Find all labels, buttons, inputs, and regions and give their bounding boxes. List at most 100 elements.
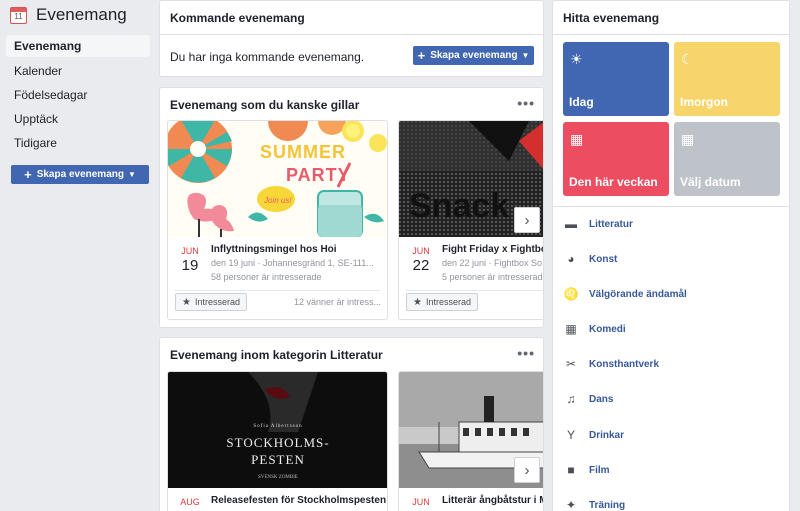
event-interested-count: 5 personer är intresserade — [442, 272, 544, 282]
carousel-next-button[interactable]: › — [514, 457, 540, 483]
create-event-label: Skapa evenemang — [36, 169, 124, 180]
svg-text:Join us!: Join us! — [263, 196, 292, 205]
event-date: JUN — [409, 497, 433, 507]
calendar-icon: ▦ — [565, 322, 577, 336]
music-note-icon: ♫ — [566, 392, 576, 406]
ribbon-icon: ♌ — [563, 287, 579, 301]
more-options-icon[interactable]: ••• — [517, 345, 535, 361]
tile-label: Den här veckan — [569, 175, 658, 189]
category-label: Träning — [589, 499, 626, 511]
event-subtitle: den 22 juni · Fightbox So — [442, 258, 543, 268]
create-event-label: Skapa evenemang — [430, 50, 518, 61]
divider — [406, 290, 543, 291]
event-month: JUN — [412, 497, 430, 507]
event-date: JUN 19 — [178, 246, 202, 274]
event-image[interactable]: SUMMER PARTY Join us! — [168, 121, 387, 237]
divider — [553, 206, 789, 207]
tile-label: Idag — [569, 95, 594, 109]
sidebar-item-kalender[interactable]: Kalender — [6, 59, 150, 83]
event-day: 19 — [181, 257, 199, 274]
upcoming-events-card: Kommande evenemang Du har inga kommande … — [159, 0, 544, 77]
interested-button[interactable]: ★ Intresserad — [175, 293, 247, 311]
book-author: Sofia Albertsson — [253, 424, 302, 429]
event-title[interactable]: Releasefesten för Stockholmspesten — [211, 495, 386, 506]
sidebar-item-evenemang[interactable]: Evenemang — [6, 35, 150, 57]
running-icon: ✦ — [565, 498, 577, 511]
event-date: JUN 22 — [409, 246, 433, 274]
more-options-icon[interactable]: ••• — [517, 95, 535, 111]
tile-label: Imorgon — [680, 95, 728, 109]
category-konsthantverk[interactable]: ✂ Konsthantverk — [563, 354, 659, 374]
category-dans[interactable]: ♫ Dans — [563, 389, 614, 409]
divider — [160, 34, 543, 35]
svg-text:SUMMER: SUMMER — [260, 142, 346, 162]
no-events-text: Du har inga kommande evenemang. — [170, 50, 365, 64]
event-card[interactable]: SUMMER PARTY Join us! JUN 19 Inflyttning… — [167, 120, 388, 320]
divider — [553, 34, 789, 35]
chevron-right-icon: › — [524, 211, 530, 229]
category-label: Komedi — [589, 323, 626, 335]
event-image[interactable]: Sofia Albertsson STOCKHOLMS- PESTEN SVEN… — [168, 372, 387, 488]
friends-interested-text[interactable]: 12 vänner är intress... — [294, 297, 381, 307]
scissors-icon: ✂ — [565, 357, 577, 371]
calendar-icon: 11 — [10, 6, 27, 24]
category-komedi[interactable]: ▦ Komedi — [563, 319, 626, 339]
event-month: JUN — [412, 246, 430, 256]
find-events-title: Hitta evenemang — [563, 11, 660, 25]
plus-icon: + — [24, 167, 32, 182]
event-title[interactable]: Fight Friday x Fightbox — [442, 244, 543, 255]
category-label: Film — [589, 464, 610, 476]
event-card[interactable]: JUN Litterär ångbåtstur i Mä — [398, 371, 543, 511]
book-title-line1: STOCKHOLMS- — [226, 435, 329, 450]
find-events-card: Hitta evenemang ☀ Idag ☾ Imorgon ▦ Den h… — [552, 0, 790, 511]
event-subtitle: den 19 juni · Johannesgränd 1, SE-111... — [211, 258, 374, 268]
literature-events-title: Evenemang inom kategorin Litteratur — [170, 348, 383, 362]
sidebar-item-fodelsedagar[interactable]: Födelsedagar — [6, 83, 150, 107]
tile-tomorrow[interactable]: ☾ Imorgon — [674, 42, 780, 116]
category-film[interactable]: ■ Film — [563, 460, 610, 480]
interested-button[interactable]: ★ Intresserad — [406, 293, 478, 311]
category-traning[interactable]: ✦ Träning — [563, 495, 625, 511]
event-date: AUG — [178, 497, 202, 507]
event-title[interactable]: Inflyttningsmingel hos Hoi — [211, 244, 337, 255]
app-title: Evenemang — [36, 5, 127, 24]
palette-icon: ◕ — [567, 252, 575, 266]
tile-choose-date[interactable]: ▦ Välj datum — [674, 122, 780, 196]
calendar-icon: ▦ — [681, 131, 695, 147]
category-litteratur[interactable]: ▬ Litteratur — [563, 214, 633, 234]
book-series: SVENSK ZOMBIE — [258, 475, 298, 480]
category-valgorande[interactable]: ♌ Välgörande ändamål — [563, 284, 687, 304]
sidebar-create-event-button[interactable]: + Skapa evenemang ▼ — [11, 165, 149, 184]
sidebar-item-tidigare[interactable]: Tidigare — [6, 131, 150, 155]
category-konst[interactable]: ◕ Konst — [563, 249, 617, 269]
suggested-events-title: Evenemang som du kanske gillar — [170, 98, 360, 112]
chevron-right-icon: › — [524, 461, 530, 479]
event-image-title: Snack — [409, 187, 509, 225]
sidebar-item-upptack[interactable]: Upptäck — [6, 107, 150, 131]
tile-this-week[interactable]: ▦ Den här veckan — [563, 122, 669, 196]
star-icon: ★ — [182, 296, 191, 308]
suggested-events-card: Evenemang som du kanske gillar ••• SUMME… — [159, 87, 544, 328]
cocktail-icon: Y — [566, 428, 575, 442]
event-card[interactable]: Sofia Albertsson STOCKHOLMS- PESTEN SVEN… — [167, 371, 388, 511]
calendar-week-icon: ▦ — [570, 131, 584, 147]
camera-icon: ■ — [567, 463, 575, 477]
moon-icon: ☾ — [681, 51, 694, 67]
category-label: Välgörande ändamål — [589, 288, 687, 300]
weather-icon: ☀ — [570, 51, 583, 67]
category-drinkar[interactable]: Y Drinkar — [563, 425, 624, 445]
event-title[interactable]: Litterär ångbåtstur i Mä — [442, 495, 543, 506]
app-header[interactable]: 11 Evenemang — [10, 4, 127, 26]
category-label: Konsthantverk — [589, 358, 660, 370]
event-month: JUN — [181, 246, 199, 256]
category-label: Litteratur — [589, 218, 633, 230]
category-label: Konst — [589, 253, 618, 265]
plus-icon: + — [417, 48, 426, 63]
tile-today[interactable]: ☀ Idag — [563, 42, 669, 116]
carousel-next-button[interactable]: › — [514, 207, 540, 233]
event-month: AUG — [180, 497, 200, 507]
create-event-button[interactable]: + Skapa evenemang ▼ — [413, 46, 534, 65]
interested-label: Intresserad — [194, 297, 240, 307]
caret-down-icon: ▼ — [521, 51, 530, 60]
interested-label: Intresserad — [425, 297, 471, 307]
